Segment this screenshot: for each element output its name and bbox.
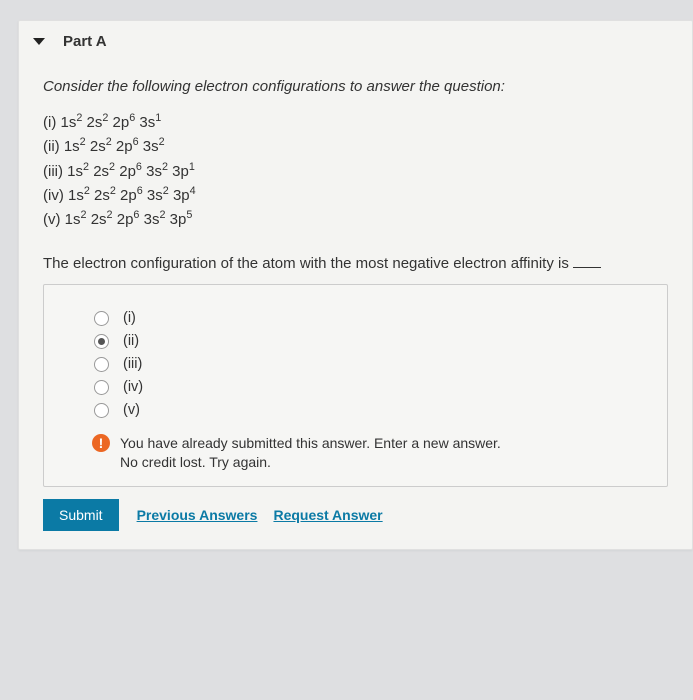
option-label: (v) <box>123 402 140 418</box>
radio-icon <box>94 380 109 395</box>
option-label: (ii) <box>123 333 139 349</box>
radio-icon <box>94 357 109 372</box>
part-header[interactable]: Part A <box>19 21 692 60</box>
option-iii[interactable]: (iii) <box>94 356 645 372</box>
warning-icon: ! <box>92 434 110 452</box>
action-row: Submit Previous Answers Request Answer <box>43 499 668 531</box>
config-item: (iv) 1s2 2s2 2p6 3s2 3p4 <box>43 184 668 207</box>
option-label: (iv) <box>123 379 143 395</box>
feedback-text: You have already submitted this answer. … <box>120 434 501 472</box>
option-label: (i) <box>123 310 136 326</box>
submit-button[interactable]: Submit <box>43 499 119 531</box>
feedback-row: ! You have already submitted this answer… <box>66 434 645 472</box>
part-card: Part A Consider the following electron c… <box>18 20 693 550</box>
option-v[interactable]: (v) <box>94 402 645 418</box>
radio-icon <box>94 311 109 326</box>
options-list: (i) (ii) (iii) (iv) <box>94 310 645 418</box>
answer-box: (i) (ii) (iii) (iv) <box>43 284 668 487</box>
config-list: (i) 1s2 2s2 2p6 3s1 (ii) 1s2 2s2 2p6 3s2… <box>43 111 668 231</box>
request-answer-link[interactable]: Request Answer <box>273 507 382 523</box>
option-iv[interactable]: (iv) <box>94 379 645 395</box>
previous-answers-link[interactable]: Previous Answers <box>137 507 258 523</box>
config-item: (ii) 1s2 2s2 2p6 3s2 <box>43 135 668 158</box>
option-i[interactable]: (i) <box>94 310 645 326</box>
part-title: Part A <box>63 33 107 50</box>
radio-icon <box>94 403 109 418</box>
config-item: (i) 1s2 2s2 2p6 3s1 <box>43 111 668 134</box>
caret-down-icon <box>33 38 45 45</box>
option-ii[interactable]: (ii) <box>94 333 645 349</box>
option-label: (iii) <box>123 356 142 372</box>
config-item: (iii) 1s2 2s2 2p6 3s2 3p1 <box>43 160 668 183</box>
config-item: (v) 1s2 2s2 2p6 3s2 3p5 <box>43 208 668 231</box>
radio-icon <box>94 334 109 349</box>
question-prompt: Consider the following electron configur… <box>43 78 668 95</box>
question-text: The electron configuration of the atom w… <box>43 255 668 272</box>
